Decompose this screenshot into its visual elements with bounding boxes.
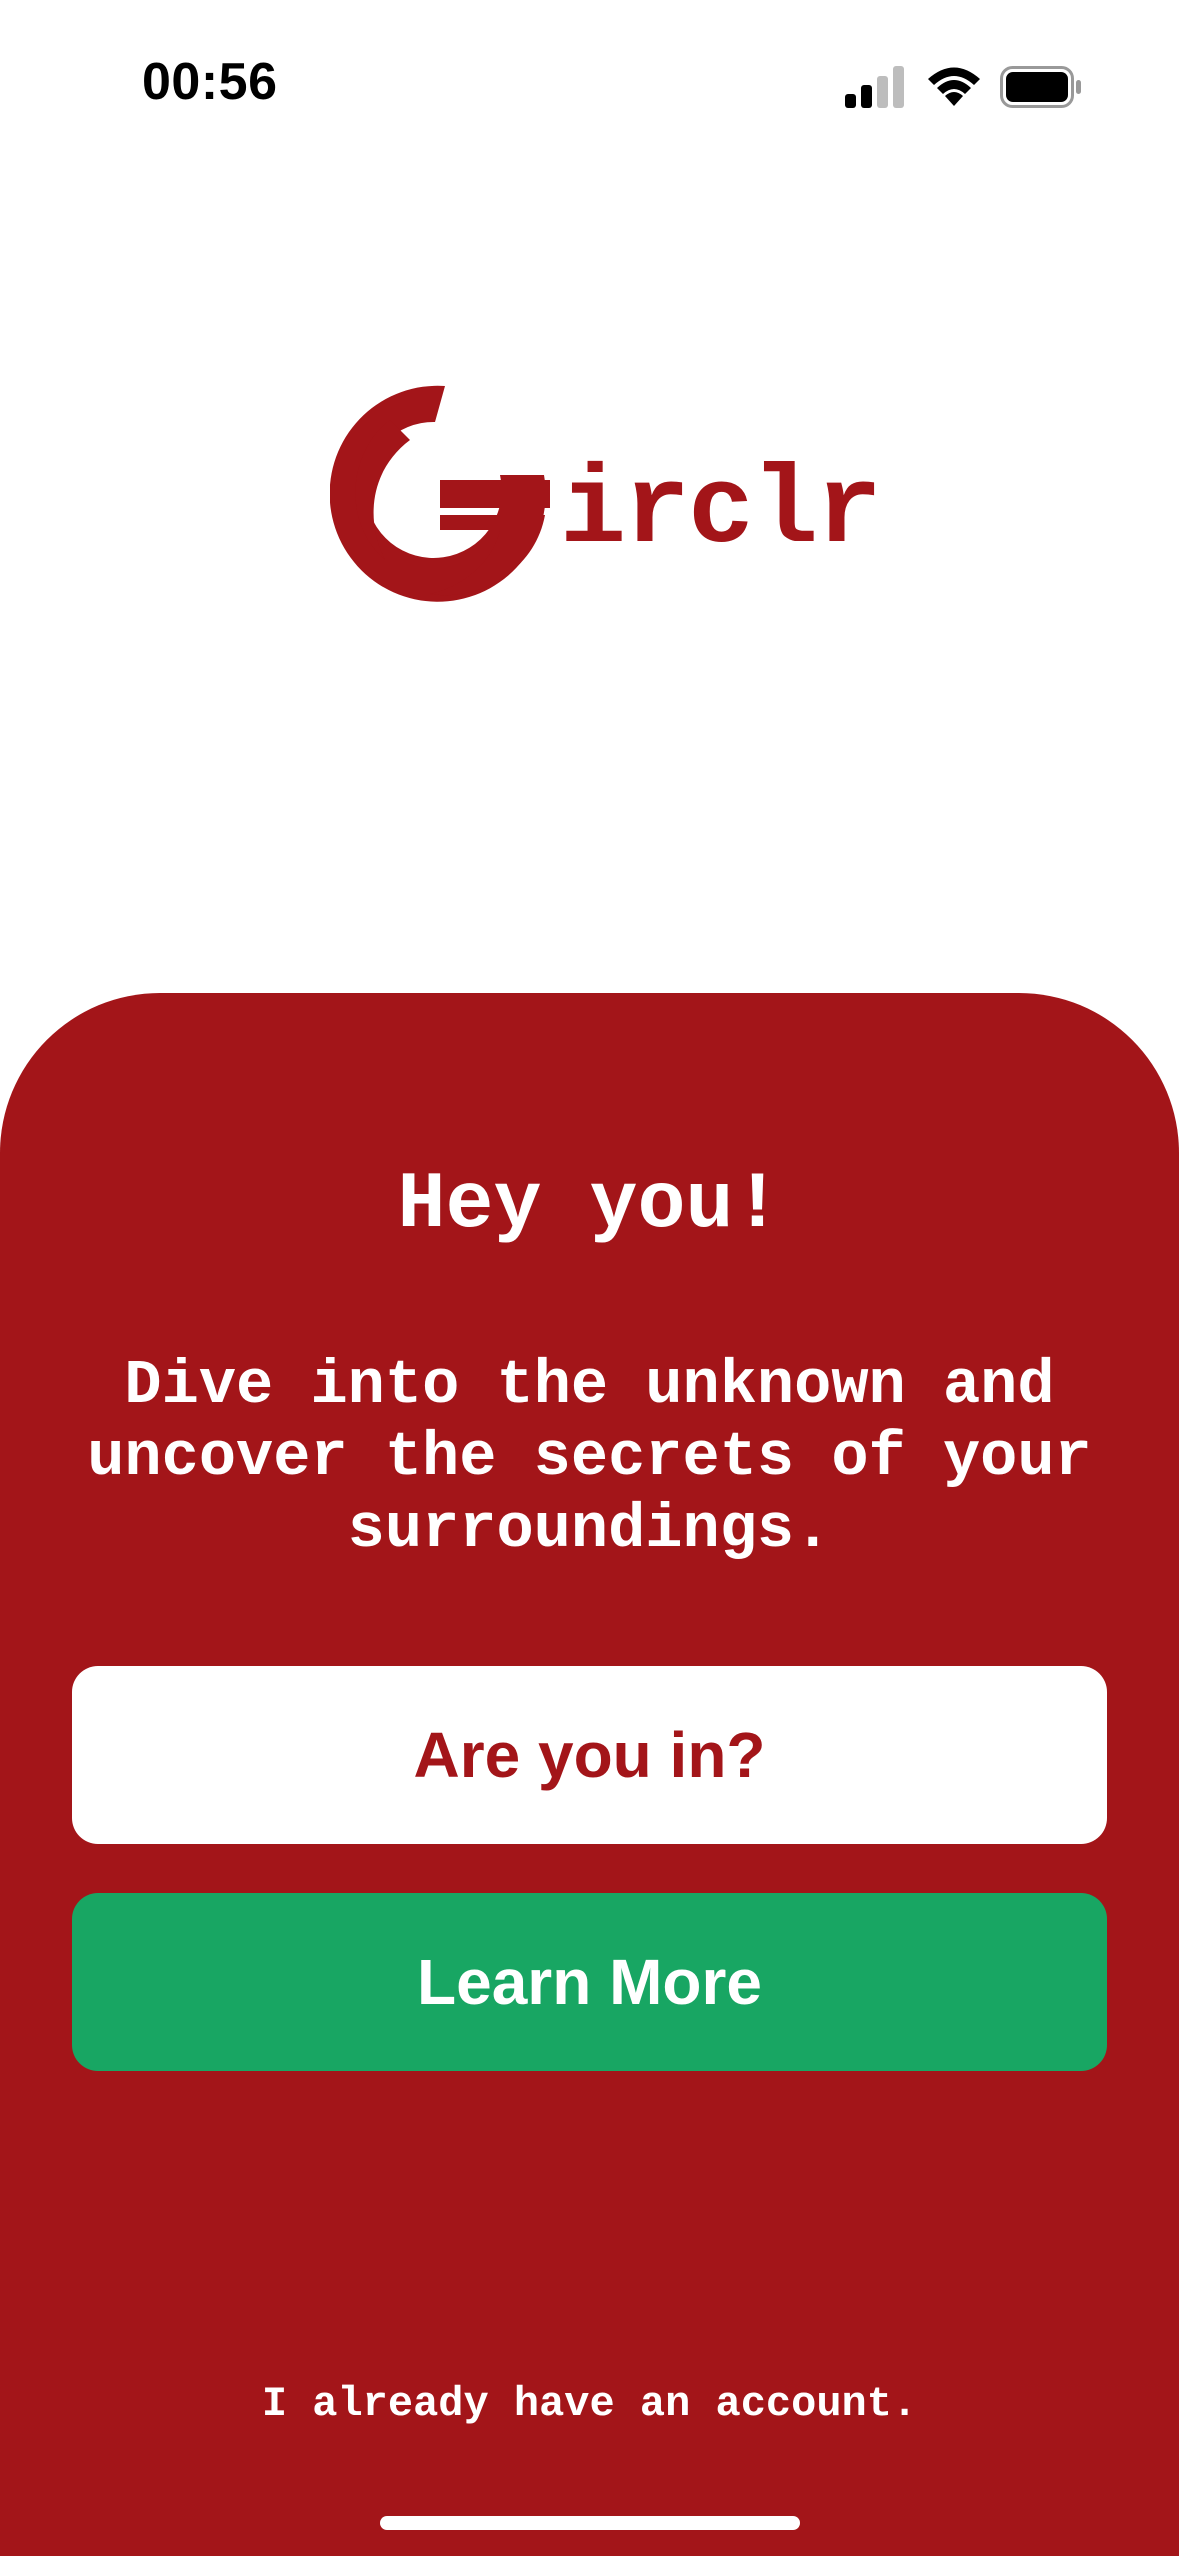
status-time: 00:56 <box>142 53 278 111</box>
signal-icon <box>845 66 905 108</box>
status-bar: 00:56 <box>0 0 1179 170</box>
wifi-icon <box>925 62 983 106</box>
learn-more-button[interactable]: Learn More <box>72 1893 1107 2071</box>
app-logo: irclr <box>330 380 882 610</box>
battery-icon <box>1000 66 1082 108</box>
welcome-tagline: Dive into the unknown and uncover the se… <box>87 1350 1092 1565</box>
home-indicator <box>380 2516 800 2530</box>
welcome-headline: Hey you! <box>397 1160 782 1251</box>
are-you-in-button[interactable]: Are you in? <box>72 1666 1107 1844</box>
logo-wordmark: irclr <box>560 450 882 575</box>
circle-swoosh-logo-icon <box>330 385 550 602</box>
login-link[interactable]: I already have an account. <box>0 2380 1179 2428</box>
